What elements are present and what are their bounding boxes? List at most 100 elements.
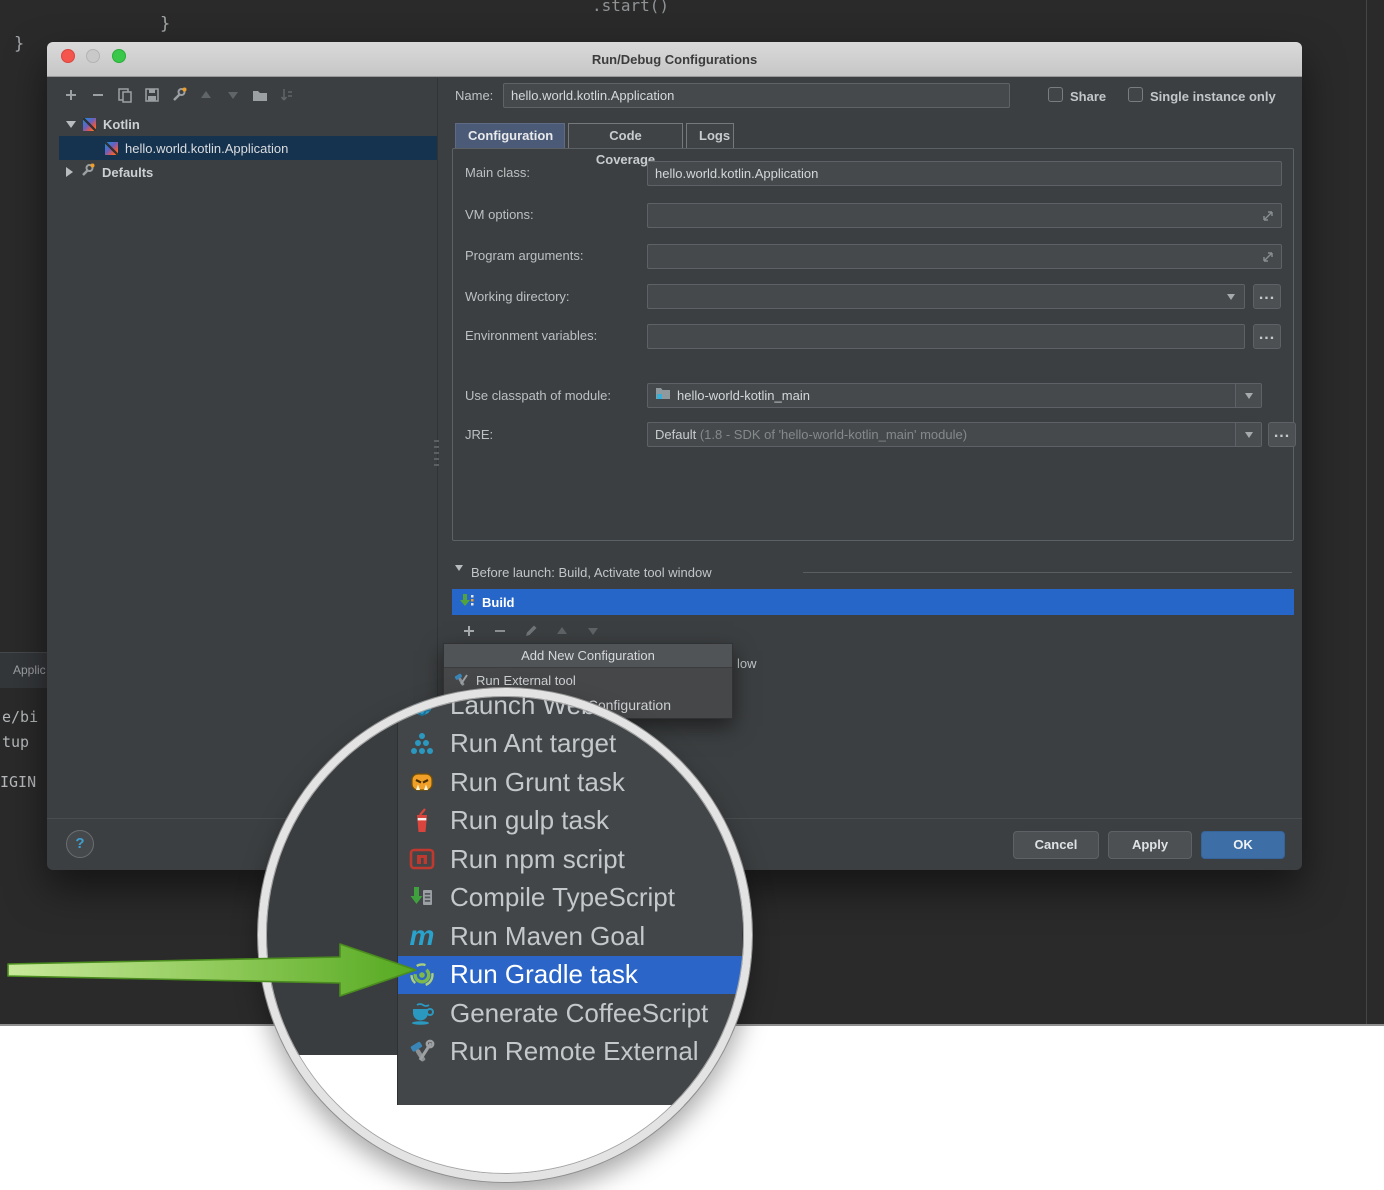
remove-task-icon[interactable] <box>492 623 508 639</box>
menu-item-launch-web[interactable]: Launch Web <box>398 688 742 725</box>
vm-options-label: VM options: <box>465 207 534 222</box>
menu-item-run-npm-script[interactable]: Run npm script <box>398 840 742 879</box>
editor-code-brace: } <box>160 14 170 34</box>
magnified-page-background <box>258 1105 752 1182</box>
environment-variables-browse-button[interactable]: ... <box>1253 324 1281 349</box>
jre-browse-button[interactable]: ... <box>1268 422 1296 447</box>
menu-item-label: Run Ant target <box>450 728 616 759</box>
menu-item-run-maven-goal[interactable]: m Run Maven Goal <box>398 917 742 956</box>
chevron-right-icon[interactable] <box>66 167 73 177</box>
remove-configuration-icon[interactable] <box>90 87 106 103</box>
sort-alphabetically-icon[interactable] <box>279 87 295 103</box>
move-task-up-icon[interactable] <box>554 623 570 639</box>
popup-title: Add New Configuration <box>444 644 732 668</box>
ok-button[interactable]: OK <box>1201 831 1285 859</box>
menu-item-label: Run npm script <box>450 844 625 875</box>
tree-group-label: Kotlin <box>103 117 140 132</box>
save-configuration-icon[interactable] <box>144 87 160 103</box>
name-label: Name: <box>455 88 493 103</box>
copy-configuration-icon[interactable] <box>117 87 133 103</box>
menu-item-label: Run Remote External <box>450 1036 699 1067</box>
main-class-label: Main class: <box>465 165 530 180</box>
console-output-line: e/bi <box>2 708 38 726</box>
use-classpath-value: hello-world-kotlin_main <box>677 384 810 407</box>
jre-value-detail: (1.8 - SDK of 'hello-world-kotlin_main' … <box>700 427 967 442</box>
program-arguments-label: Program arguments: <box>465 248 584 263</box>
share-checkbox[interactable] <box>1048 87 1063 102</box>
expand-field-icon[interactable] <box>1260 249 1276 265</box>
combo-dropdown-button[interactable] <box>1235 384 1261 407</box>
cancel-button[interactable]: Cancel <box>1013 831 1099 859</box>
menu-item-generate-coffeescript[interactable]: Generate CoffeeScript <box>398 994 742 1033</box>
editor-right-edge <box>1366 0 1367 1024</box>
menu-item-label: Generate CoffeeScript <box>450 998 708 1029</box>
apply-button[interactable]: Apply <box>1108 831 1192 859</box>
jre-combo[interactable]: Default (1.8 - SDK of 'hello-world-kotli… <box>647 422 1262 447</box>
ant-icon <box>407 729 437 759</box>
working-directory-label: Working directory: <box>465 289 570 304</box>
working-directory-input[interactable] <box>647 284 1245 309</box>
program-arguments-input[interactable] <box>647 244 1282 269</box>
environment-variables-input[interactable] <box>647 324 1245 349</box>
section-divider <box>803 572 1292 573</box>
console-output-line: tup <box>2 733 29 751</box>
menu-item-run-gulp-task[interactable]: Run gulp task <box>398 802 742 841</box>
tab-code-coverage[interactable]: Code Coverage <box>568 123 683 149</box>
menu-item-label: Run Gradle task <box>450 959 638 990</box>
collapse-section-icon[interactable] <box>455 571 463 589</box>
splitter-handle[interactable] <box>434 440 439 466</box>
add-configuration-icon[interactable] <box>63 87 79 103</box>
editor-code-line: .start() <box>592 0 669 15</box>
chevron-down-icon[interactable] <box>1227 294 1235 300</box>
menu-item-label: Launch Web <box>450 690 596 721</box>
configurations-toolbar <box>63 86 295 104</box>
tree-group-defaults[interactable]: Defaults <box>59 160 437 184</box>
menu-item-compile-typescript[interactable]: Compile TypeScript <box>398 879 742 918</box>
magnified-configuration-menu: Launch Web Run Ant target Run Grunt task… <box>397 688 743 1105</box>
help-button[interactable]: ? <box>66 830 94 858</box>
name-input[interactable]: hello.world.kotlin.Application <box>503 83 1010 108</box>
move-up-icon[interactable] <box>198 87 214 103</box>
tree-group-label: Defaults <box>102 165 153 180</box>
kotlin-icon <box>105 142 118 155</box>
menu-item-label: Run gulp task <box>450 805 609 836</box>
tab-logs[interactable]: Logs <box>686 123 734 149</box>
add-task-icon[interactable] <box>461 623 477 639</box>
globe-icon <box>407 690 437 720</box>
single-instance-label: Single instance only <box>1150 89 1276 104</box>
grunt-icon <box>407 767 437 797</box>
before-launch-build-task[interactable]: Build <box>452 589 1294 615</box>
before-launch-toolbar <box>452 619 601 643</box>
before-launch-header[interactable]: Before launch: Build, Activate tool wind… <box>471 565 712 580</box>
remote-external-tool-icon <box>407 1037 437 1067</box>
typescript-compile-icon <box>407 883 437 913</box>
menu-item-run-gradle-task[interactable]: Run Gradle task <box>398 956 742 995</box>
environment-variables-label: Environment variables: <box>465 328 597 343</box>
vm-options-input[interactable] <box>647 203 1282 228</box>
dialog-title: Run/Debug Configurations <box>47 42 1302 77</box>
npm-icon <box>407 844 437 874</box>
use-classpath-combo[interactable]: hello-world-kotlin_main <box>647 383 1262 408</box>
tree-item-label: hello.world.kotlin.Application <box>125 141 288 156</box>
tab-configuration[interactable]: Configuration <box>455 123 565 149</box>
combo-dropdown-button[interactable] <box>1235 423 1261 446</box>
single-instance-checkbox[interactable] <box>1128 87 1143 102</box>
working-directory-browse-button[interactable]: ... <box>1253 284 1281 309</box>
dialog-titlebar[interactable]: Run/Debug Configurations <box>47 42 1302 77</box>
tree-item-application[interactable]: hello.world.kotlin.Application <box>59 136 437 160</box>
chevron-down-icon[interactable] <box>66 121 76 128</box>
console-output-line: IGIN <box>0 773 36 791</box>
main-class-input[interactable]: hello.world.kotlin.Application <box>647 161 1282 186</box>
edit-task-icon[interactable] <box>523 623 539 639</box>
folder-icon[interactable] <box>252 87 268 103</box>
menu-item-run-remote-external[interactable]: Run Remote External <box>398 1033 742 1072</box>
expand-field-icon[interactable] <box>1260 208 1276 224</box>
external-tool-icon <box>454 672 469 690</box>
tree-group-kotlin[interactable]: Kotlin <box>59 112 437 136</box>
move-down-icon[interactable] <box>225 87 241 103</box>
move-task-down-icon[interactable] <box>585 623 601 639</box>
run-toolwindow-tab[interactable]: Applic <box>13 663 46 677</box>
menu-item-run-ant-target[interactable]: Run Ant target <box>398 725 742 764</box>
edit-defaults-wrench-icon[interactable] <box>171 87 187 103</box>
menu-item-run-grunt-task[interactable]: Run Grunt task <box>398 763 742 802</box>
